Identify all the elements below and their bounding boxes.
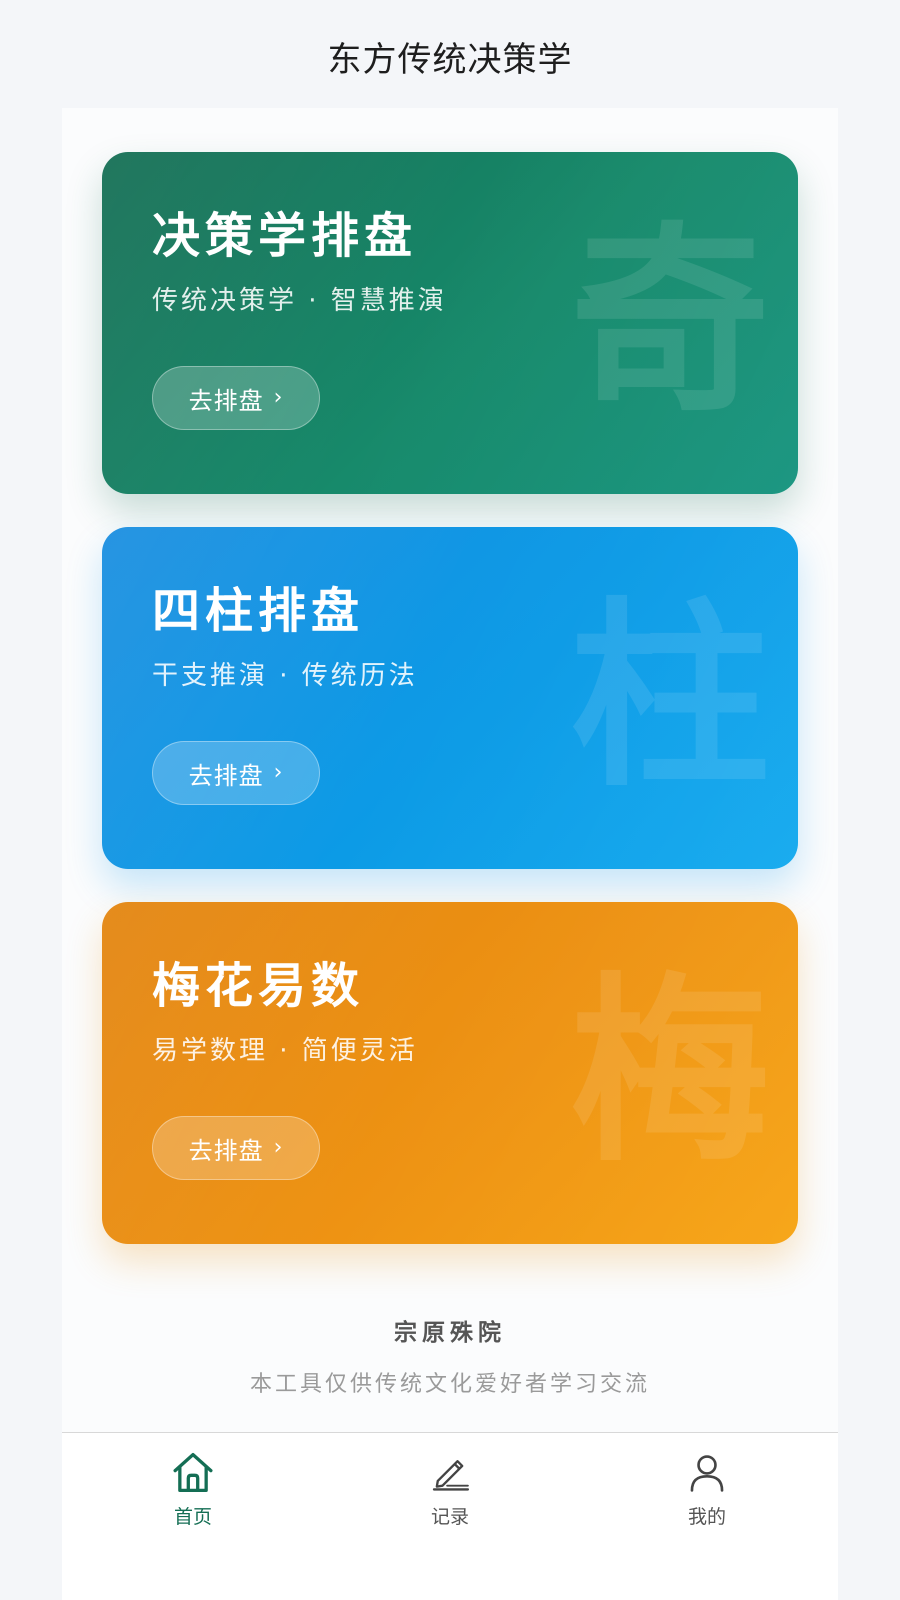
button-label: 去排盘 xyxy=(188,1136,264,1165)
edit-icon xyxy=(432,1460,470,1491)
go-paipan-button[interactable]: 去排盘 › xyxy=(152,741,320,805)
tab-home[interactable]: 首页 xyxy=(133,1449,253,1529)
chevron-right-icon: › xyxy=(273,1135,284,1160)
tab-label: 记录 xyxy=(430,1506,469,1528)
tab-label: 我的 xyxy=(687,1506,726,1528)
page-title: 东方传统决策学 xyxy=(327,39,573,80)
card-sheen xyxy=(102,902,798,1244)
sizhu-card[interactable]: 柱 四柱排盘 干支推演 · 传统历法 去排盘 › xyxy=(102,527,798,869)
card-title: 四柱排盘 xyxy=(152,583,365,639)
footer-disclaimer: 本工具仅供传统文化爱好者学习交流 xyxy=(249,1372,650,1397)
go-paipan-button[interactable]: 去排盘 › xyxy=(152,366,320,430)
card-watermark: 柱 xyxy=(569,581,770,814)
card-watermark: 梅 xyxy=(569,956,770,1189)
card-sheen xyxy=(102,152,798,494)
app-screen: 东方传统决策学 奇 决策学排盘 传统决策学 · 智慧推演 去排盘 › 柱 四柱排… xyxy=(0,0,900,1600)
tab-mine[interactable]: 我的 xyxy=(647,1449,767,1529)
card-sheen xyxy=(102,527,798,869)
bottom-tab-bar: 首页 记录 我的 xyxy=(62,1432,838,1600)
card-title: 梅花易数 xyxy=(152,958,365,1014)
card-watermark: 奇 xyxy=(569,206,770,439)
tab-label: 首页 xyxy=(173,1506,212,1528)
main-content: 奇 决策学排盘 传统决策学 · 智慧推演 去排盘 › 柱 四柱排盘 干支推演 ·… xyxy=(62,108,838,1600)
footer-brand: 宗原殊院 xyxy=(394,1320,506,1346)
chevron-right-icon: › xyxy=(273,385,284,410)
top-navigation-bar: 东方传统决策学 xyxy=(0,0,900,108)
button-label: 去排盘 xyxy=(188,386,264,415)
button-label: 去排盘 xyxy=(188,761,264,790)
card-subtitle: 干支推演 · 传统历法 xyxy=(152,661,418,691)
user-icon xyxy=(690,1455,724,1492)
card-subtitle: 传统决策学 · 智慧推演 xyxy=(152,286,447,316)
tab-records[interactable]: 记录 xyxy=(390,1449,510,1529)
chevron-right-icon: › xyxy=(273,760,284,785)
go-paipan-button[interactable]: 去排盘 › xyxy=(152,1116,320,1180)
qimen-card[interactable]: 奇 决策学排盘 传统决策学 · 智慧推演 去排盘 › xyxy=(102,152,798,494)
card-subtitle: 易学数理 · 简便灵活 xyxy=(152,1036,418,1066)
meihua-card[interactable]: 梅 梅花易数 易学数理 · 简便灵活 去排盘 › xyxy=(102,902,798,1244)
home-icon xyxy=(173,1452,213,1493)
card-title: 决策学排盘 xyxy=(152,208,418,264)
